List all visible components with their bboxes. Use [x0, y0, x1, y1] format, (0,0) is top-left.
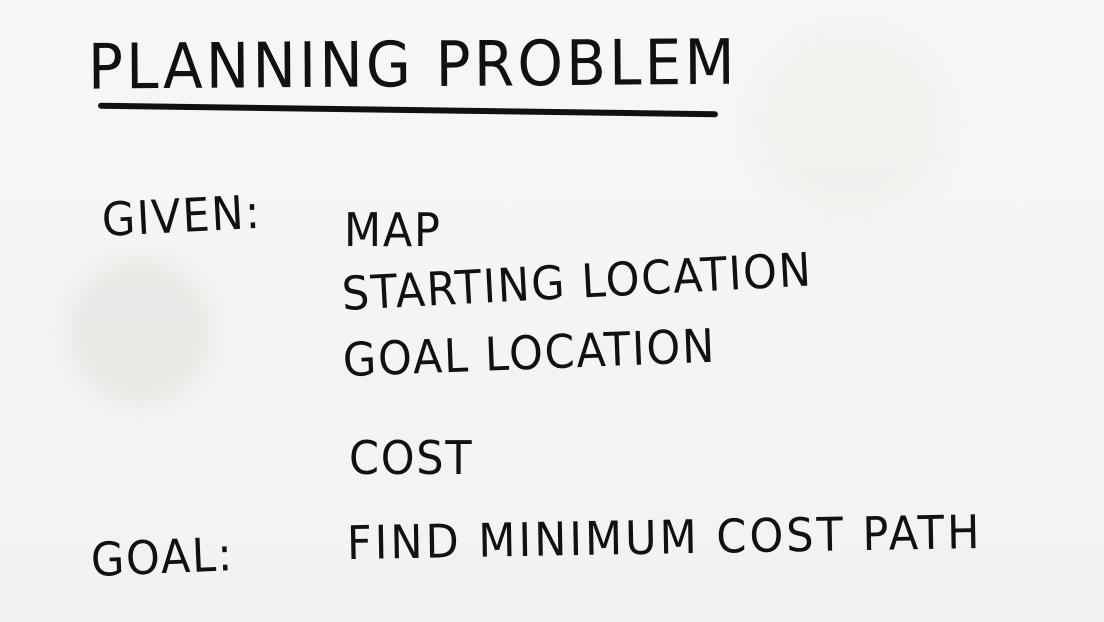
goal-label: GOAL:	[89, 528, 235, 588]
given-item-starting-location: STARTING LOCATION	[340, 243, 814, 322]
slide-title: PLANNING PROBLEM	[87, 25, 738, 104]
whiteboard-slide: PLANNING PROBLEM GIVEN: MAP STARTING LOC…	[0, 0, 1104, 622]
given-item-cost: COST	[349, 431, 474, 486]
title-underline	[97, 102, 719, 118]
given-label: GIVEN:	[100, 185, 263, 248]
given-item-goal-location: GOAL LOCATION	[341, 319, 717, 388]
goal-text: FIND MINIMUM COST PATH	[346, 505, 983, 571]
given-item-map: MAP	[344, 203, 442, 258]
